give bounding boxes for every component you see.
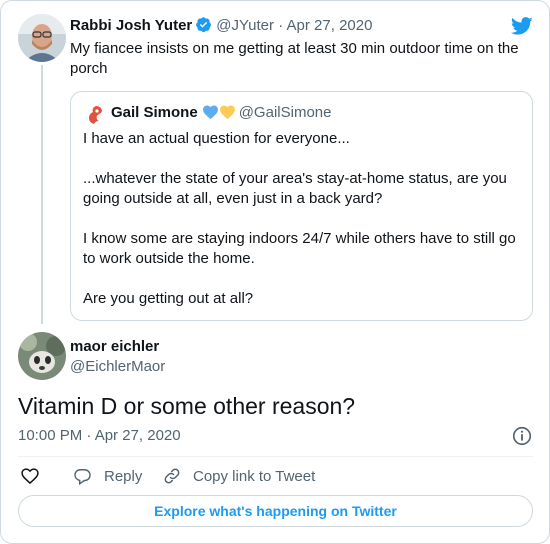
blue-heart-icon [202,105,218,120]
link-icon [164,468,180,484]
separator-dot: · [274,17,287,34]
quoted-tweet-paragraph: I have an actual question for everyone..… [83,130,350,147]
reply-tweet-text: My fiancee insists on me getting at leas… [70,40,519,77]
like-action[interactable] [20,466,52,486]
quoted-tweet[interactable]: Gail Simone @GailSimone I have an actual … [70,91,533,321]
divider [18,456,533,457]
quoted-tweet-paragraph: Are you getting out at all? [83,290,254,307]
avatar[interactable] [18,332,66,380]
avatar[interactable] [18,14,66,62]
copy-link-button[interactable]: Copy link to Tweet [163,466,315,486]
avatar [89,106,102,124]
twitter-bird-icon[interactable] [510,15,534,37]
main-tweet-text: Vitamin D or some other reason? [18,393,356,419]
quoted-tweet-paragraph: I know some are staying indoors 24/7 whi… [83,230,516,267]
tweet-timestamp[interactable]: 10:00 PM · Apr 27, 2020 [18,426,181,446]
quoted-tweet-paragraph: ...whatever the state of your area's sta… [83,170,507,207]
author-name[interactable]: Rabbi Josh Yuter [70,17,192,34]
reply-button[interactable]: Reply [73,466,142,486]
reply-label: Reply [104,467,143,485]
verified-badge-icon [196,17,212,33]
embedded-tweet-card: Rabbi Josh Yuter @JYuter · Apr 27, 2020 M… [0,0,550,544]
explore-twitter-button[interactable]: Explore what's happening on Twitter [18,495,533,527]
reply-tweet-header: Rabbi Josh Yuter @JYuter · Apr 27, 2020 [70,16,372,36]
heart-emojis [202,104,236,126]
author-handle: @GailSimone [238,104,332,121]
reply-icon [74,468,91,485]
heart-icon [21,468,39,485]
quoted-tweet-header: Gail Simone @GailSimone [111,103,331,126]
tweet-date[interactable]: Apr 27, 2020 [287,17,373,34]
yellow-heart-icon [219,105,235,120]
main-author-name-row: maor eichler [70,337,159,357]
author-handle[interactable]: @JYuter [216,17,274,34]
copy-link-label: Copy link to Tweet [193,467,316,485]
author-name[interactable]: maor eichler [70,338,159,355]
thread-connector-line [41,65,43,324]
author-name: Gail Simone [111,104,198,121]
author-handle[interactable]: @EichlerMaor [70,357,165,377]
info-icon[interactable] [511,425,533,447]
